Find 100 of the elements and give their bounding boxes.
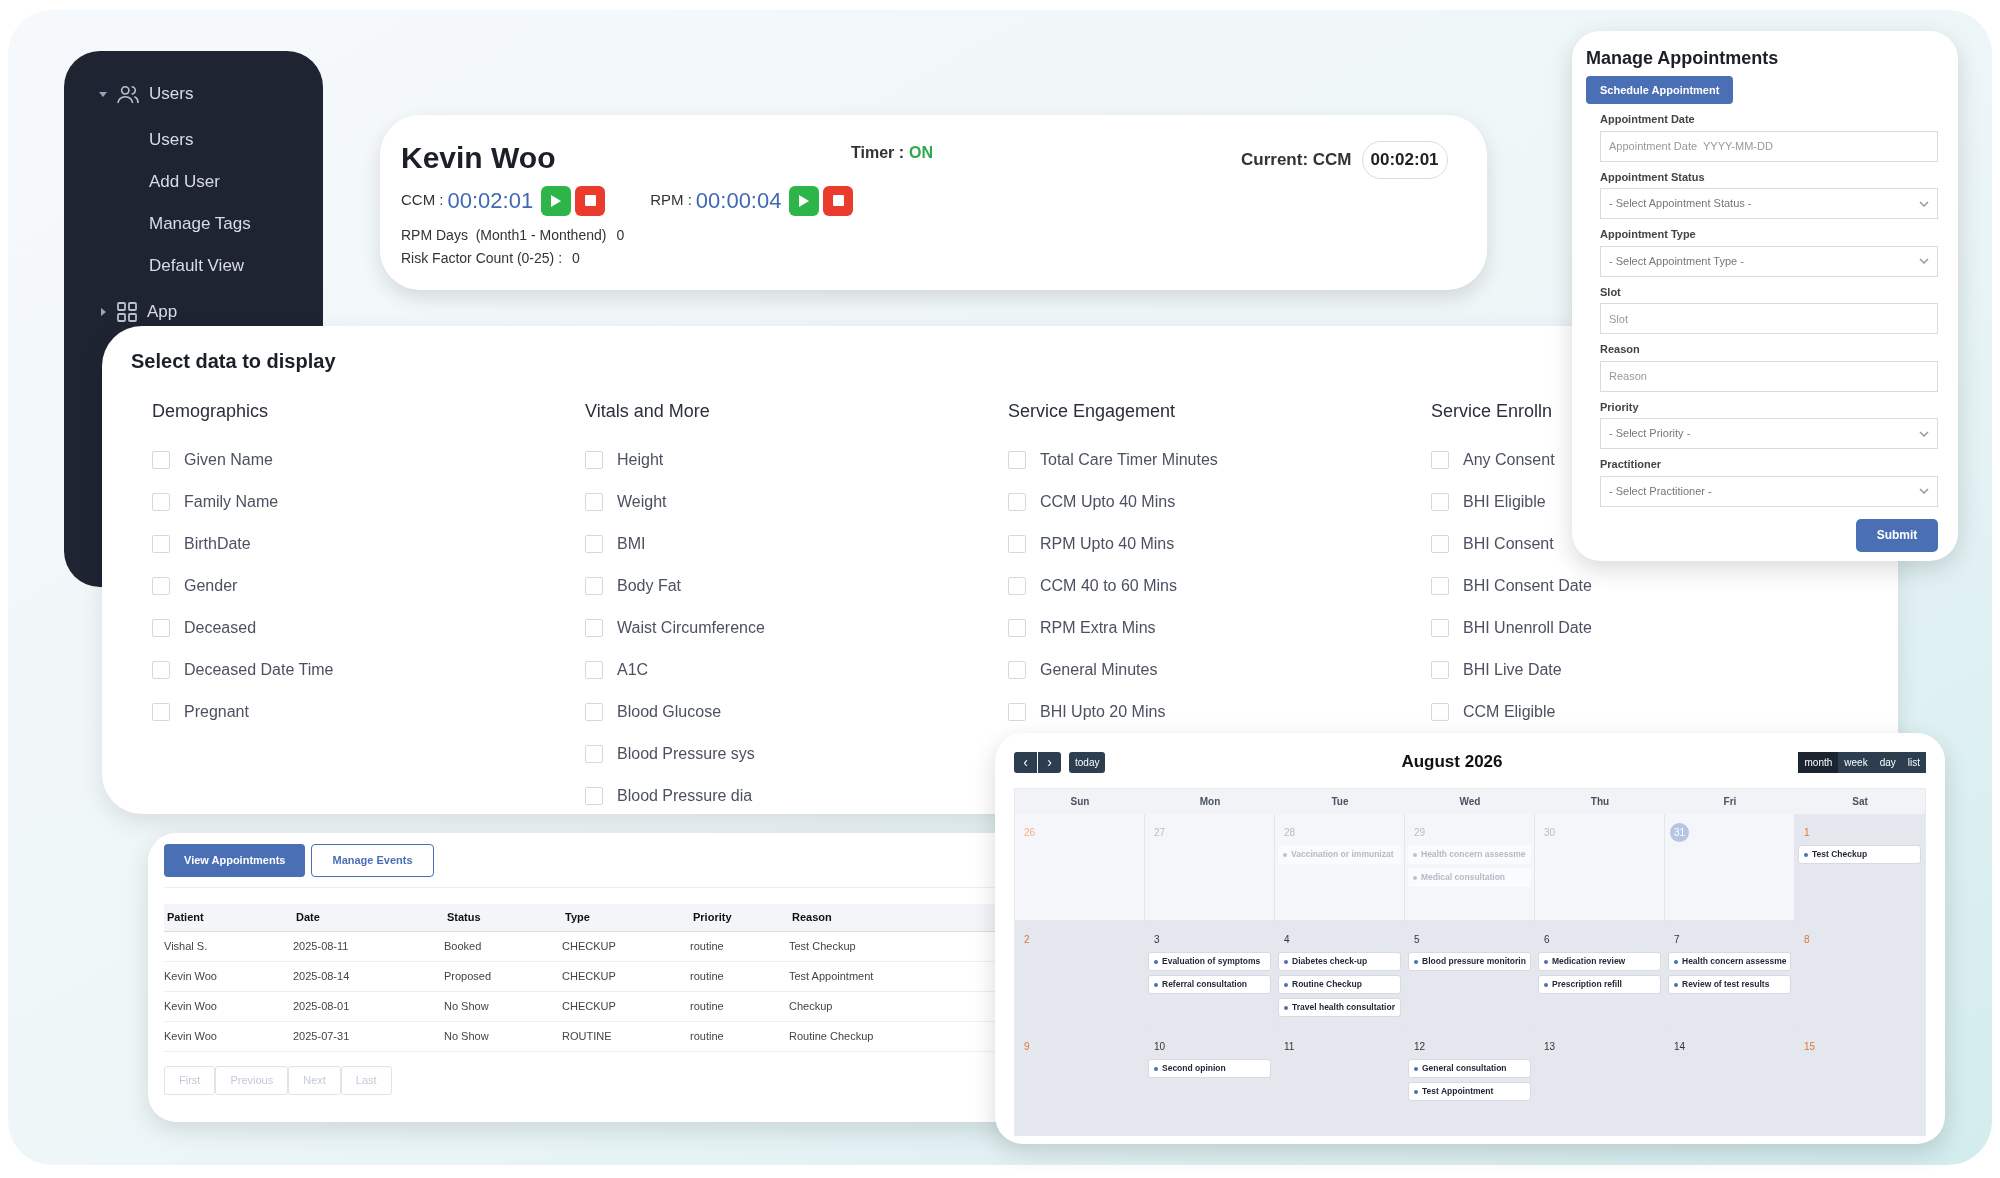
calendar-event[interactable]: Second opinion xyxy=(1148,1059,1271,1078)
play-button[interactable] xyxy=(541,185,572,216)
input-field[interactable]: Reason xyxy=(1600,360,1938,392)
day-number: 12 xyxy=(1414,1039,1426,1054)
checkbox-label: Gender xyxy=(184,576,238,596)
field-label: Appointment Status xyxy=(1600,169,1706,185)
select-field[interactable]: - Select Practitioner - xyxy=(1600,475,1938,507)
checkbox[interactable] xyxy=(585,745,603,763)
calendar-event[interactable]: Blood pressure monitorin xyxy=(1408,952,1531,971)
calendar-event[interactable]: Test Appointment xyxy=(1408,1082,1531,1101)
table-cell-text: routine xyxy=(690,939,725,955)
table-cell-text: No Show xyxy=(444,1029,490,1045)
checkbox[interactable] xyxy=(585,661,603,679)
checkbox[interactable] xyxy=(1008,493,1026,511)
next-button[interactable]: › xyxy=(1038,751,1061,773)
checkbox[interactable] xyxy=(1431,493,1449,511)
checkbox[interactable] xyxy=(1008,577,1026,595)
calendar-event[interactable]: Routine Checkup xyxy=(1278,975,1401,994)
calendar-event[interactable]: Review of test results xyxy=(1668,975,1791,994)
card-title: Select data to display xyxy=(131,349,336,374)
checkbox[interactable] xyxy=(585,493,603,511)
view-button[interactable]: list xyxy=(1901,751,1926,773)
previous-button[interactable]: ‹ xyxy=(1014,751,1037,773)
table-cell-text: No Show xyxy=(444,999,490,1015)
sidebar-subitem[interactable]: Manage Tags xyxy=(99,203,288,245)
users-icon xyxy=(117,84,139,104)
sidebar-subitem[interactable]: Add User xyxy=(99,161,288,203)
input-field[interactable]: Slot xyxy=(1600,303,1938,334)
table-cell-text: 2025-08-14 xyxy=(293,969,351,985)
checkbox[interactable] xyxy=(585,577,603,595)
day-number: 2 xyxy=(1024,932,1030,947)
checkbox-label: Blood Glucose xyxy=(617,702,722,722)
chevron-down-icon xyxy=(1919,258,1929,264)
play-icon xyxy=(551,194,562,207)
view-button[interactable]: day xyxy=(1873,751,1902,773)
day-number: 14 xyxy=(1674,1039,1686,1054)
checkbox[interactable] xyxy=(1431,661,1449,679)
checkbox[interactable] xyxy=(1008,451,1026,469)
calendar-event[interactable]: Diabetes check-up xyxy=(1278,952,1401,971)
checkbox[interactable] xyxy=(585,619,603,637)
checkbox[interactable] xyxy=(152,577,170,595)
checkbox-label: BHI Eligible xyxy=(1463,492,1546,512)
checkbox-label: Waist Circumference xyxy=(617,618,765,638)
sidebar-subitem[interactable]: Users xyxy=(99,119,288,161)
table-cell-text: Routine Checkup xyxy=(789,1029,875,1045)
sidebar-item[interactable]: App xyxy=(99,295,288,329)
calendar-event[interactable]: Prescription refill xyxy=(1538,975,1661,994)
select-field[interactable]: - Select Priority - xyxy=(1600,418,1938,449)
stop-button[interactable] xyxy=(575,185,606,216)
checkbox[interactable] xyxy=(1431,535,1449,553)
checkbox[interactable] xyxy=(585,703,603,721)
day-number: 9 xyxy=(1024,1039,1030,1054)
checkbox-label: Any Consent xyxy=(1463,450,1555,470)
submit-button[interactable]: Submit xyxy=(1856,518,1938,552)
calendar-event[interactable]: Travel health consultatior xyxy=(1278,998,1401,1017)
table-cell-text: Vishal S. xyxy=(164,939,209,955)
checkbox[interactable] xyxy=(152,493,170,511)
stat-label: RPM Days (Month1 - Monthend) xyxy=(401,226,607,245)
checkbox[interactable] xyxy=(1431,619,1449,637)
checkbox[interactable] xyxy=(152,451,170,469)
day-number: 11 xyxy=(1284,1039,1295,1054)
today-button[interactable]: today xyxy=(1069,751,1106,773)
stat-value: 0 xyxy=(616,226,625,245)
view-button[interactable]: week xyxy=(1838,751,1874,773)
tab[interactable]: Manage Events xyxy=(311,844,434,877)
checkbox[interactable] xyxy=(1431,703,1449,721)
calendar-event[interactable]: General consultation xyxy=(1408,1059,1531,1078)
play-button[interactable] xyxy=(789,185,820,216)
select-field[interactable]: - Select Appointment Status - xyxy=(1600,188,1938,219)
tab[interactable]: View Appointments xyxy=(164,844,306,877)
schedule-appointment-button[interactable]: Schedule Appointment xyxy=(1586,76,1734,104)
checkbox[interactable] xyxy=(1008,661,1026,679)
checkbox[interactable] xyxy=(1008,619,1026,637)
input-field[interactable]: Appointment Date YYYY-MM-DD xyxy=(1600,130,1938,162)
checkbox[interactable] xyxy=(1431,577,1449,595)
checkbox[interactable] xyxy=(585,787,603,805)
checkbox-label: Weight xyxy=(617,492,667,512)
sidebar-item[interactable]: Users xyxy=(99,77,288,111)
stop-button[interactable] xyxy=(823,185,854,216)
select-field[interactable]: - Select Appointment Type - xyxy=(1600,245,1938,277)
checkbox[interactable] xyxy=(1431,451,1449,469)
checkbox[interactable] xyxy=(585,535,603,553)
calendar-event[interactable]: Evaluation of symptoms xyxy=(1148,952,1271,971)
calendar-event[interactable]: Test Checkup xyxy=(1798,845,1921,864)
day-number: 4 xyxy=(1284,932,1290,947)
calendar-event[interactable]: Health concern assessme xyxy=(1668,952,1791,971)
calendar-event[interactable]: Medication review xyxy=(1538,952,1661,971)
checkbox[interactable] xyxy=(152,535,170,553)
checkbox[interactable] xyxy=(152,661,170,679)
weekday-header: Sun xyxy=(1069,795,1091,809)
checkbox[interactable] xyxy=(585,451,603,469)
calendar-event[interactable]: Referral consultation xyxy=(1148,975,1271,994)
view-button[interactable]: month xyxy=(1798,751,1839,773)
sidebar-subitem[interactable]: Default View xyxy=(99,245,288,287)
checkbox[interactable] xyxy=(152,619,170,637)
checkbox[interactable] xyxy=(1008,535,1026,553)
table-cell-text: ROUTINE xyxy=(562,1029,613,1045)
checkbox[interactable] xyxy=(152,703,170,721)
checkbox[interactable] xyxy=(1008,703,1026,721)
weekday-header: Thu xyxy=(1589,795,1611,809)
